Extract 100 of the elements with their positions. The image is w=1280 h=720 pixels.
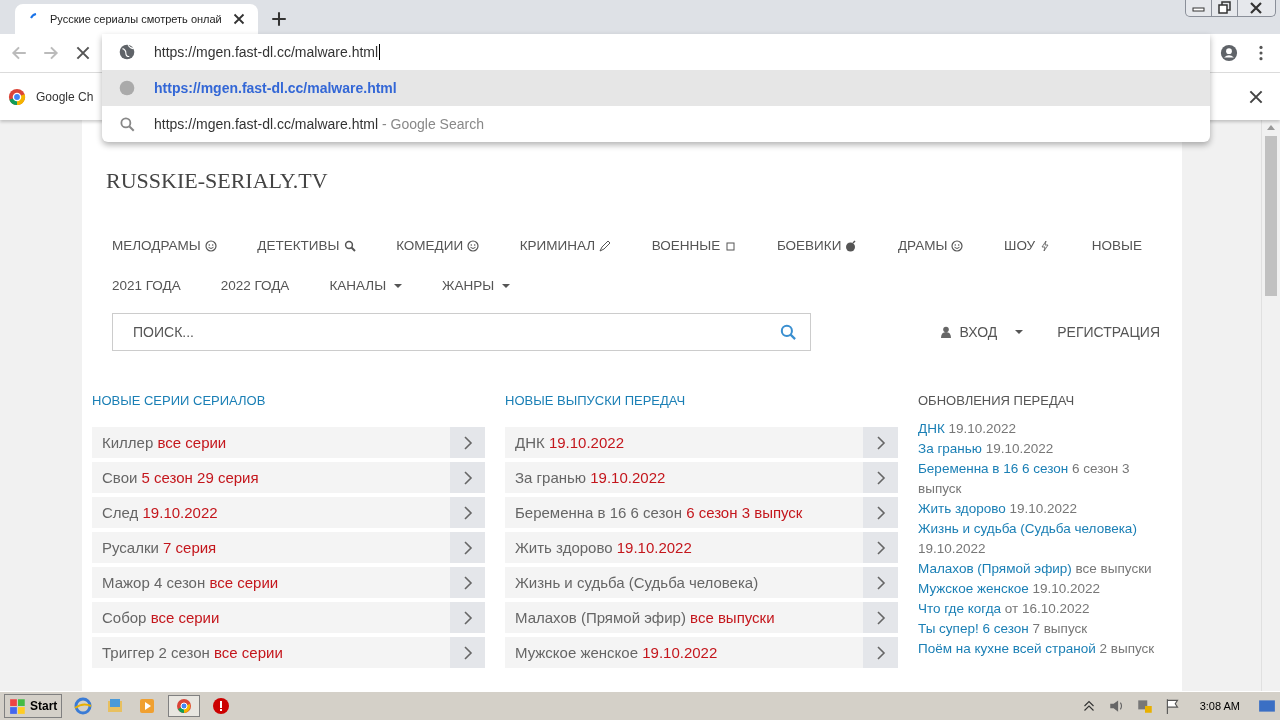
arrow-button[interactable] bbox=[863, 462, 898, 493]
search-field[interactable]: ПОИСК... bbox=[112, 313, 811, 351]
chevron-right-icon bbox=[875, 645, 886, 660]
update-entry: Мужское женское 19.10.2022 bbox=[918, 580, 1102, 598]
show-link[interactable]: Поём на кухне всей страной bbox=[918, 641, 1096, 656]
chrome-taskbar-icon[interactable] bbox=[168, 695, 201, 717]
nav-link[interactable]: ШОУ bbox=[1004, 238, 1052, 253]
pencil-icon bbox=[599, 239, 612, 252]
nav-link[interactable]: 2021 ГОДА bbox=[112, 278, 181, 293]
show-link[interactable]: Жить здорово bbox=[918, 501, 1006, 516]
nav-link[interactable]: ЖАНРЫ bbox=[442, 278, 511, 293]
show-link[interactable]: Малахов (Прямой эфир) bbox=[918, 561, 1072, 576]
arrow-button[interactable] bbox=[863, 637, 898, 668]
arrow-button[interactable] bbox=[863, 532, 898, 563]
chevron-right-icon bbox=[875, 540, 886, 555]
profile-icon[interactable] bbox=[1220, 44, 1238, 62]
update-entry: За гранью 19.10.2022 bbox=[918, 440, 1055, 458]
show-link[interactable]: Беременна в 16 6 сезон bbox=[918, 461, 1069, 476]
square-icon bbox=[724, 239, 737, 252]
update-entry: Что где когда от 16.10.2022 bbox=[918, 600, 1091, 618]
show-link[interactable]: Ты супер! 6 сезон bbox=[918, 621, 1029, 636]
arrow-button[interactable] bbox=[450, 427, 485, 458]
chevron-right-icon bbox=[462, 610, 473, 625]
clock[interactable]: 3:08 AM bbox=[1199, 700, 1240, 712]
smiley-icon bbox=[467, 239, 480, 252]
nav-link[interactable]: ВОЕННЫЕ bbox=[651, 238, 737, 253]
chevron-right-icon bbox=[462, 575, 473, 590]
user-icon bbox=[939, 326, 952, 338]
windows-logo-icon bbox=[9, 697, 27, 715]
arrow-button[interactable] bbox=[863, 497, 898, 528]
suggestion-text: https://mgen.fast-dl.cc/malware.html bbox=[154, 80, 397, 96]
arrow-button[interactable] bbox=[450, 532, 485, 563]
login-button[interactable]: ВХОД bbox=[939, 324, 1024, 340]
chevron-right-icon bbox=[462, 470, 473, 485]
nav-link[interactable]: КОМЕДИИ bbox=[396, 238, 480, 253]
new-tab-icon[interactable] bbox=[269, 10, 288, 28]
chevron-right-icon bbox=[875, 505, 886, 520]
show-desktop-icon[interactable] bbox=[1258, 697, 1276, 715]
arrow-button[interactable] bbox=[450, 637, 485, 668]
caret-icon bbox=[1015, 330, 1024, 334]
smiley-icon bbox=[204, 239, 217, 252]
show-link[interactable]: Что где когда bbox=[918, 601, 1001, 616]
nav-link[interactable]: 2022 ГОДА bbox=[220, 278, 290, 293]
chrome-logo-icon bbox=[8, 87, 26, 106]
stop-icon[interactable] bbox=[74, 44, 92, 62]
chevron-right-icon bbox=[875, 435, 886, 450]
nav-link[interactable]: БОЕВИКИ bbox=[776, 238, 858, 253]
address-field[interactable]: https://mgen.fast-dl.cc/malware.html bbox=[154, 44, 381, 60]
nav-link[interactable]: ДЕТЕКТИВЫ bbox=[257, 238, 356, 253]
arrow-button[interactable] bbox=[450, 462, 485, 493]
chevron-right-icon bbox=[875, 575, 886, 590]
lightning-icon bbox=[1039, 239, 1052, 252]
caret-icon bbox=[502, 283, 511, 288]
show-link[interactable]: Мужское женское bbox=[918, 581, 1029, 596]
update-entry: Поём на кухне всей страной 2 выпуск bbox=[918, 640, 1156, 658]
suggestion-row[interactable]: https://mgen.fast-dl.cc/malware.html bbox=[102, 70, 1210, 106]
chevron-right-icon bbox=[875, 470, 886, 485]
nav-link[interactable]: КРИМИНАЛ bbox=[519, 238, 612, 253]
register-link[interactable]: РЕГИСТРАЦИЯ bbox=[1057, 324, 1160, 340]
nav-link[interactable]: ДРАМЫ bbox=[897, 238, 964, 253]
scroll-up-icon[interactable] bbox=[1266, 123, 1276, 131]
smiley-icon bbox=[951, 239, 964, 252]
chevron-right-icon bbox=[462, 505, 473, 520]
bomb-icon bbox=[845, 239, 858, 252]
show-link[interactable]: Жизнь и судьба (Судьба человека) bbox=[918, 521, 1137, 536]
update-entry: Беременна в 16 6 сезон 6 сезон 3 выпуск bbox=[918, 460, 1131, 498]
suggestion-row[interactable]: https://mgen.fast-dl.cc/malware.html - Google Search bbox=[102, 106, 1210, 142]
browser-tab[interactable]: Русские сериалы смотреть онлай bbox=[15, 4, 258, 34]
update-entry: Малахов (Прямой эфир) все выпуски bbox=[918, 560, 1153, 578]
arrow-button[interactable] bbox=[450, 567, 485, 598]
back-icon[interactable] bbox=[10, 44, 28, 62]
arrow-button[interactable] bbox=[863, 602, 898, 633]
arrow-button[interactable] bbox=[863, 567, 898, 598]
search-icon[interactable] bbox=[779, 323, 797, 341]
arrow-button[interactable] bbox=[450, 497, 485, 528]
show-link[interactable]: За гранью bbox=[918, 441, 982, 456]
caret-icon bbox=[394, 283, 403, 288]
arrow-button[interactable] bbox=[450, 602, 485, 633]
network-icon[interactable] bbox=[1135, 697, 1154, 715]
section-heading: ОБНОВЛЕНИЯ ПЕРЕДАЧ bbox=[918, 393, 1076, 409]
chevron-right-icon bbox=[875, 610, 886, 625]
update-entry: ДНК 19.10.2022 bbox=[918, 420, 1018, 438]
section-heading: НОВЫЕ ВЫПУСКИ ПЕРЕДАЧ bbox=[505, 393, 687, 409]
show-link[interactable]: ДНК bbox=[918, 421, 945, 436]
chevron-right-icon bbox=[462, 645, 473, 660]
chevron-right-icon bbox=[462, 435, 473, 450]
section-heading: НОВЫЕ СЕРИИ СЕРИАЛОВ bbox=[92, 393, 267, 409]
nav-link[interactable]: МЕЛОДРАМЫ bbox=[112, 238, 217, 253]
nav-link[interactable]: КАНАЛЫ bbox=[329, 278, 403, 293]
nav-link[interactable]: НОВЫЕ bbox=[1091, 238, 1142, 253]
update-entry: Ты супер! 6 сезон 7 выпуск bbox=[918, 620, 1089, 638]
forward-icon[interactable] bbox=[42, 44, 60, 62]
suggestion-text: https://mgen.fast-dl.cc/malware.html - Google Search bbox=[154, 116, 484, 132]
arrow-button[interactable] bbox=[863, 427, 898, 458]
search-icon bbox=[118, 115, 136, 133]
start-button[interactable]: Start bbox=[4, 694, 63, 718]
chevron-right-icon bbox=[462, 540, 473, 555]
site-logo[interactable]: RUSSKIE-SERIALY.TV bbox=[106, 168, 1172, 194]
scrollbar-thumb[interactable] bbox=[1265, 136, 1277, 296]
magnifier-icon bbox=[343, 239, 356, 252]
